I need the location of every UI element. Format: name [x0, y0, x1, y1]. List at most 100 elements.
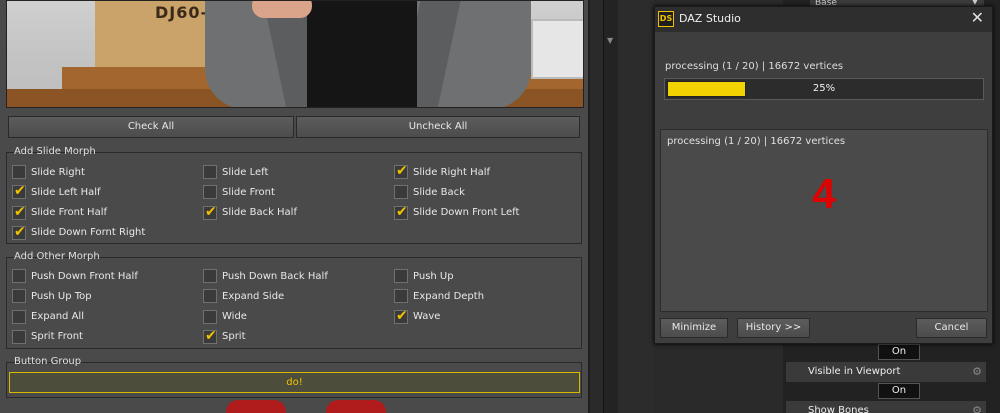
checkbox-empty-icon[interactable]: [394, 289, 408, 304]
slide-checkbox-slide-down-fornt-right[interactable]: Slide Down Fornt Right: [12, 224, 146, 241]
log-text: processing (1 / 20) | 16672 vertices: [667, 136, 846, 147]
daz-studio-icon: DS: [658, 11, 674, 27]
checkbox-label: Wave: [413, 311, 441, 323]
chevron-down-icon[interactable]: ▼: [607, 36, 613, 45]
checkbox-label: Sprit Front: [31, 331, 83, 343]
checkbox-label: Push Down Back Half: [222, 270, 328, 282]
check-all-button[interactable]: Check All: [8, 116, 294, 138]
checkbox-empty-icon[interactable]: [203, 309, 217, 324]
slide-checkbox-slide-right[interactable]: Slide Right: [12, 164, 85, 180]
checkbox-label: Expand All: [31, 311, 84, 323]
checkbox-label: Expand Side: [222, 290, 285, 302]
slide-checkbox-slide-left[interactable]: Slide Left: [203, 164, 268, 180]
viewport-area: [618, 0, 654, 413]
checkbox-label: Slide Front: [222, 186, 275, 198]
checkbox-label: Expand Depth: [413, 290, 485, 302]
person-shirt: [307, 1, 417, 107]
cancel-button[interactable]: Cancel: [916, 318, 987, 338]
checkbox-empty-icon[interactable]: [203, 165, 217, 179]
log-panel: processing (1 / 20) | 16672 vertices 4: [660, 129, 988, 312]
gear-icon[interactable]: ⚙: [972, 366, 982, 377]
checkbox-empty-icon[interactable]: [203, 289, 217, 304]
visible-in-viewport-label: Visible in Viewport: [808, 366, 901, 377]
dialog-title: DAZ Studio: [679, 12, 741, 25]
button-group-title: Button Group: [14, 356, 82, 367]
checkbox-label: Push Up Top: [31, 290, 92, 302]
checkbox-empty-icon[interactable]: [12, 329, 26, 344]
checkbox-empty-icon[interactable]: [203, 269, 217, 283]
progress-bar: 25%: [664, 78, 984, 100]
uncheck-all-button[interactable]: Uncheck All: [296, 116, 580, 138]
minimize-button[interactable]: Minimize: [660, 318, 728, 338]
checkbox-label: Slide Front Half: [31, 207, 108, 219]
checkbox-label: Wide: [222, 311, 247, 323]
red-figure-right: [326, 400, 386, 413]
slide-checkbox-slide-right-half[interactable]: Slide Right Half: [394, 163, 491, 180]
other-checkbox-push-down-back-half[interactable]: Push Down Back Half: [203, 268, 328, 284]
other-checkbox-sprit[interactable]: Sprit: [203, 328, 246, 345]
checkbox-label: Sprit: [222, 331, 246, 343]
status-text: processing (1 / 20) | 16672 vertices: [665, 61, 844, 72]
history-button[interactable]: History >>: [737, 318, 810, 338]
other-checkbox-expand-depth[interactable]: Expand Depth: [394, 288, 484, 304]
checkbox-label: Push Up: [413, 270, 454, 282]
checkbox-empty-icon[interactable]: [12, 309, 26, 324]
visible-in-viewport-toggle[interactable]: On: [878, 383, 920, 399]
cabinet: [531, 19, 583, 79]
checkbox-empty-icon[interactable]: [394, 269, 408, 283]
checkmark-icon[interactable]: [12, 224, 26, 240]
checkbox-label: Slide Back Half: [222, 207, 297, 219]
other-checkbox-expand-all[interactable]: Expand All: [12, 309, 84, 325]
other-morph-group-title: Add Other Morph: [14, 251, 100, 262]
other-checkbox-wide[interactable]: Wide: [203, 309, 247, 325]
checkbox-label: Slide Right Half: [413, 166, 491, 178]
checkbox-label: Slide Down Fornt Right: [31, 227, 146, 239]
slide-checkbox-slide-back-half[interactable]: Slide Back Half: [203, 204, 297, 221]
checkbox-empty-icon[interactable]: [394, 185, 408, 200]
checkmark-icon[interactable]: [394, 308, 408, 324]
morph-panel: DJ60-2 Check All Uncheck All Add Slide M…: [0, 0, 590, 413]
step-number: 4: [812, 170, 836, 217]
other-checkbox-wave[interactable]: Wave: [394, 308, 441, 325]
checkmark-icon[interactable]: [12, 204, 26, 220]
checkbox-empty-icon[interactable]: [12, 269, 26, 283]
slide-checkbox-slide-back[interactable]: Slide Back: [394, 184, 465, 200]
progress-dialog: DS DAZ Studio ✕ processing (1 / 20) | 16…: [654, 6, 993, 344]
chevron-down-icon: ▼: [971, 0, 978, 6]
checkbox-empty-icon[interactable]: [12, 289, 26, 304]
slide-checkbox-slide-down-front-left[interactable]: Slide Down Front Left: [394, 204, 520, 221]
slide-checkbox-slide-left-half[interactable]: Slide Left Half: [12, 183, 101, 200]
other-checkbox-push-up[interactable]: Push Up: [394, 268, 454, 284]
do-button[interactable]: do!: [9, 372, 580, 393]
checkbox-label: Push Down Front Half: [31, 270, 138, 282]
show-bones-label: Show Bones: [808, 405, 869, 413]
checkbox-label: Slide Down Front Left: [413, 207, 520, 219]
slide-checkbox-slide-front-half[interactable]: Slide Front Half: [12, 204, 108, 221]
red-figure-left: [226, 400, 286, 413]
slide-checkbox-slide-front[interactable]: Slide Front: [203, 184, 275, 200]
checkmark-icon[interactable]: [203, 328, 217, 344]
panel-scrollbar[interactable]: ▼: [603, 0, 618, 413]
checkbox-label: Slide Right: [31, 166, 85, 178]
person-hand: [252, 1, 312, 18]
other-checkbox-sprit-front[interactable]: Sprit Front: [12, 329, 83, 345]
gear-icon[interactable]: ⚙: [972, 405, 982, 413]
checkmark-icon[interactable]: [394, 163, 408, 179]
close-icon[interactable]: ✕: [971, 8, 984, 27]
checkbox-empty-icon[interactable]: [12, 165, 26, 179]
dialog-titlebar[interactable]: DS DAZ Studio ✕: [655, 7, 992, 32]
checkmark-icon[interactable]: [394, 204, 408, 220]
toggle-on-button[interactable]: On: [878, 344, 920, 360]
checkbox-label: Slide Back: [413, 186, 465, 198]
checkmark-icon[interactable]: [203, 204, 217, 220]
visible-in-viewport-row: Visible in Viewport ⚙: [786, 362, 986, 382]
preview-image: DJ60-2: [6, 0, 584, 108]
slide-morph-group-title: Add Slide Morph: [14, 146, 96, 157]
other-checkbox-push-down-front-half[interactable]: Push Down Front Half: [12, 268, 138, 284]
checkmark-icon[interactable]: [12, 183, 26, 200]
other-checkbox-push-up-top[interactable]: Push Up Top: [12, 288, 92, 304]
checkbox-label: Slide Left Half: [31, 186, 101, 198]
checkbox-empty-icon[interactable]: [203, 185, 217, 200]
checkbox-label: Slide Left: [222, 166, 269, 178]
other-checkbox-expand-side[interactable]: Expand Side: [203, 288, 284, 304]
